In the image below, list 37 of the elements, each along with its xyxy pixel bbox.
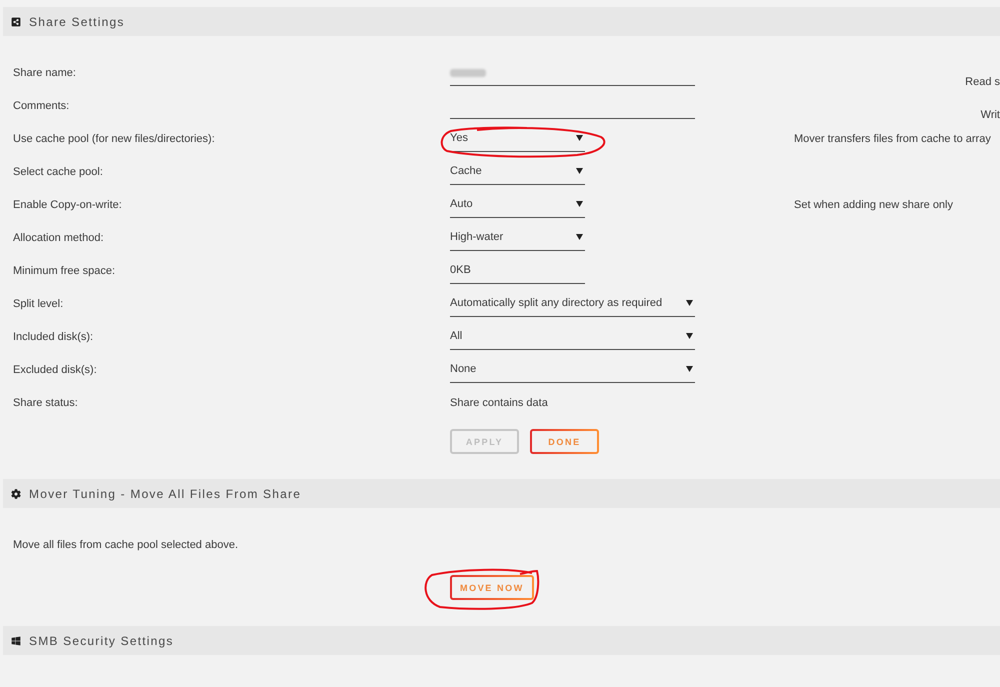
field-label: Enable Copy-on-write:	[13, 198, 122, 210]
field-label: Select cache pool:	[13, 166, 103, 178]
dropdown[interactable]: High-water	[450, 230, 585, 251]
section-title: Share Settings	[29, 14, 125, 28]
dropdown[interactable]: Automatically split any directory as required	[450, 296, 695, 317]
gear-icon	[11, 488, 21, 498]
caret-icon	[576, 168, 583, 174]
field-label: Comments:	[13, 100, 70, 112]
side-text: Writ	[980, 108, 1000, 122]
help-text: Set when adding new share only	[794, 198, 953, 210]
windows-logo-icon	[11, 636, 21, 646]
field-label: Allocation method:	[13, 232, 104, 244]
field-label: Included disk(s):	[13, 330, 94, 342]
dropdown[interactable]: Auto	[450, 197, 585, 218]
section-title: SMB Security Settings	[29, 634, 174, 648]
caret-icon	[576, 201, 583, 207]
dropdown[interactable]: Cache	[450, 164, 585, 185]
text-field[interactable]: 0KB	[450, 263, 585, 284]
dropdown[interactable]: None	[450, 362, 695, 383]
field-label: Use cache pool (for new files/directories):	[13, 132, 215, 144]
field-label: Split level:	[13, 298, 64, 310]
dropdown[interactable]: All	[450, 329, 695, 350]
status-text: Share contains data	[450, 396, 548, 408]
caret-icon	[576, 135, 583, 141]
side-text: Read s	[965, 75, 1000, 89]
caret-icon	[686, 366, 693, 372]
dropdown[interactable]: Yes	[450, 131, 585, 152]
caret-icon	[686, 333, 693, 339]
field-label: Excluded disk(s):	[13, 364, 97, 376]
caret-icon	[686, 300, 693, 306]
description-text: Move all files from cache pool selected above.	[13, 538, 240, 552]
help-text: Mover transfers files from cache to array	[794, 132, 991, 144]
field-label: Minimum free space:	[13, 264, 116, 276]
section-title: Mover Tuning - Move All Files From Share	[29, 486, 302, 500]
caret-icon	[576, 234, 583, 240]
field-label: Share name:	[13, 66, 76, 78]
field-label: Share status:	[13, 396, 78, 408]
